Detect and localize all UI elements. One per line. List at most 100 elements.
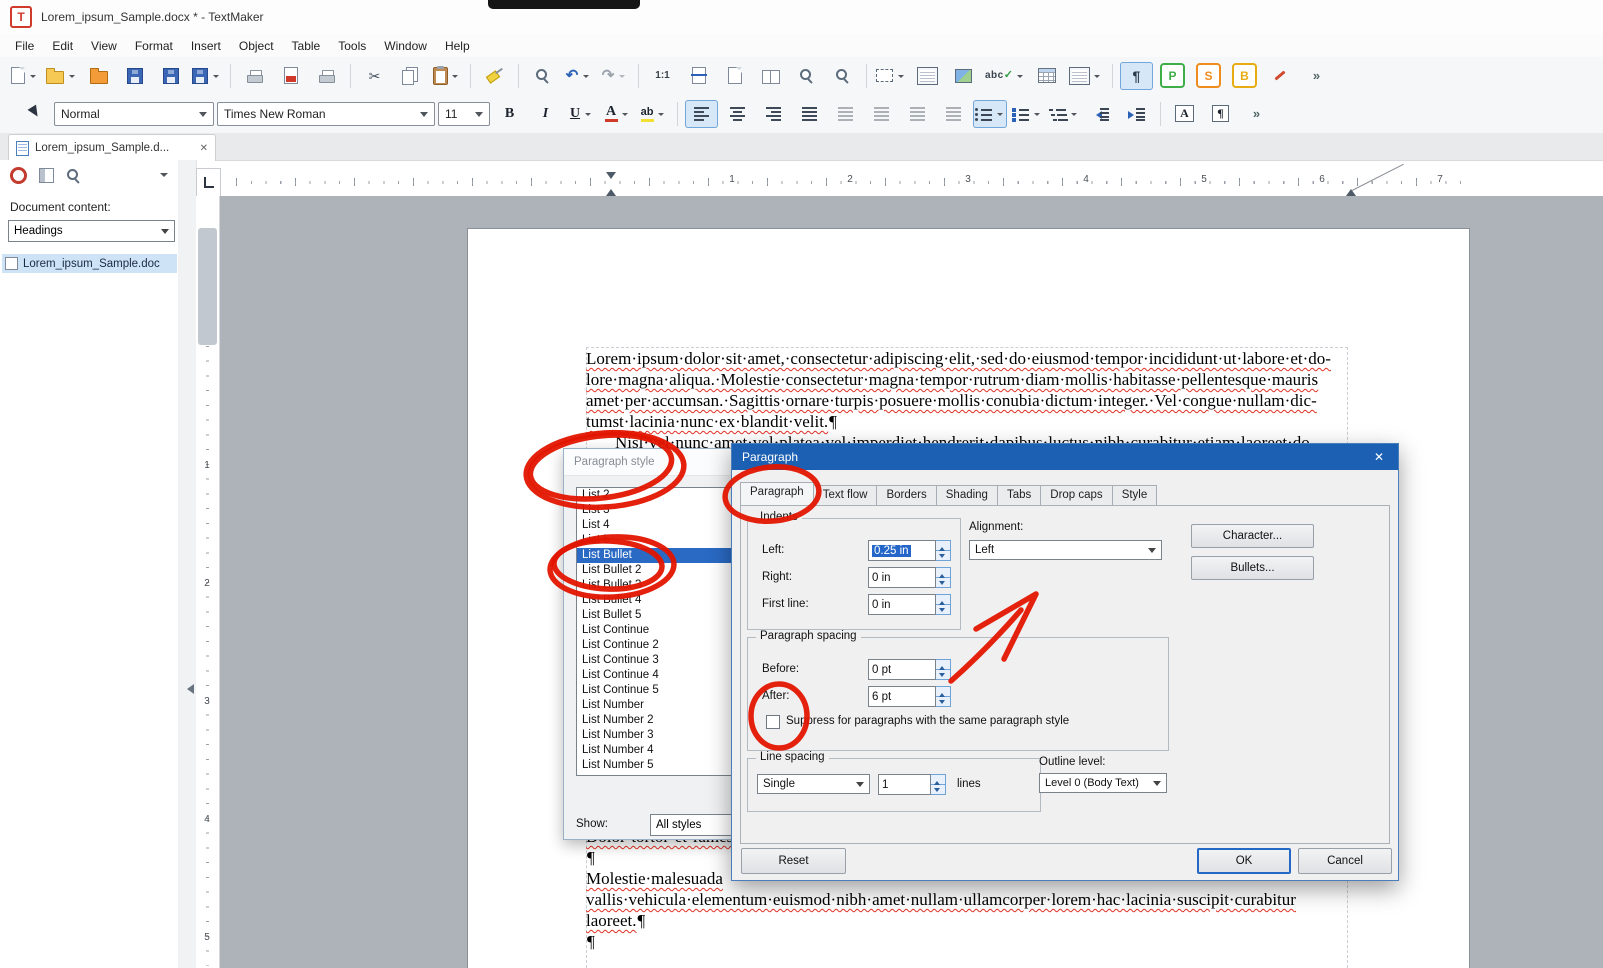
insert-object-dropdown-icon[interactable] — [1092, 63, 1103, 89]
edit-script-button[interactable] — [1264, 62, 1297, 90]
character-button[interactable]: Character... — [1191, 524, 1314, 548]
menu-item[interactable]: Edit — [43, 36, 82, 56]
right-indent-input[interactable]: 0 in — [868, 567, 936, 588]
open-dropdown-icon[interactable] — [66, 63, 77, 89]
paste-button[interactable] — [430, 62, 463, 90]
align-justify-button[interactable] — [793, 100, 826, 128]
first-line-spinner[interactable] — [936, 594, 951, 615]
spin-up-icon[interactable] — [936, 660, 950, 670]
spell-check-button[interactable]: abc✓ — [983, 62, 1028, 90]
paragraph-dialog-button[interactable]: ¶ — [1204, 100, 1237, 128]
save-button[interactable] — [118, 62, 151, 90]
suppress-checkbox[interactable] — [766, 715, 780, 729]
dialog-tab[interactable]: Drop caps — [1040, 485, 1112, 505]
menu-item[interactable]: Help — [436, 36, 479, 56]
document-tab[interactable]: Lorem_ipsum_Sample.d... ✕ — [8, 134, 216, 161]
right-indent-spinner[interactable] — [936, 567, 951, 588]
line-spacing-mode-combo[interactable]: Single — [757, 774, 870, 794]
spell-check-dropdown-icon[interactable] — [1015, 63, 1026, 89]
dialog-tab[interactable]: Text flow — [813, 485, 878, 505]
export-button[interactable] — [190, 62, 223, 90]
export-pdf-button[interactable] — [274, 62, 307, 90]
export-dropdown-icon[interactable] — [210, 63, 221, 89]
bold-button[interactable]: B — [493, 100, 526, 128]
left-indent-input[interactable]: 0.25 in — [868, 540, 936, 561]
sidebar-search-icon[interactable] — [66, 168, 81, 183]
insert-table-button[interactable] — [1031, 62, 1064, 90]
copy-button[interactable] — [394, 62, 427, 90]
sidebar-splitter[interactable] — [178, 160, 197, 968]
spin-down-icon[interactable] — [936, 578, 950, 587]
ok-button[interactable]: OK — [1197, 848, 1291, 874]
bullets-button[interactable]: Bullets... — [1191, 556, 1314, 580]
find-button[interactable] — [526, 62, 559, 90]
planmaker-button[interactable]: P — [1156, 62, 1189, 90]
outline-level-combo[interactable]: Level 0 (Body Text) — [1039, 773, 1167, 793]
first-line-indent-marker[interactable] — [606, 172, 616, 184]
highlight-dropdown-icon[interactable] — [656, 101, 667, 127]
tab-type-selector[interactable] — [196, 168, 221, 197]
numbered-list-dropdown-icon[interactable] — [1031, 101, 1042, 127]
underline-button[interactable]: U — [565, 100, 598, 128]
line-spacing-spinner[interactable] — [931, 774, 946, 795]
insert-object-button[interactable] — [1067, 62, 1105, 90]
after-spacing-input[interactable]: 6 pt — [868, 686, 936, 707]
reset-button[interactable]: Reset — [741, 848, 846, 874]
menu-item[interactable]: Window — [375, 36, 436, 56]
before-spacing-spinner[interactable] — [936, 659, 951, 680]
menu-item[interactable]: Tools — [329, 36, 375, 56]
numbered-list-button[interactable] — [1010, 100, 1044, 128]
spin-up-icon[interactable] — [936, 541, 950, 551]
cancel-button[interactable]: Cancel — [1298, 848, 1392, 874]
object-mode-button[interactable] — [874, 62, 908, 90]
cut-button[interactable]: ✂ — [358, 62, 391, 90]
increase-paragraph-spacing-button[interactable] — [937, 100, 970, 128]
bullet-list-dropdown-icon[interactable] — [994, 101, 1005, 127]
fit-page-width-button[interactable] — [682, 62, 715, 90]
presentations-button[interactable]: S — [1192, 62, 1225, 90]
format-paintbrush-button[interactable] — [478, 62, 511, 90]
insert-picture-button[interactable] — [947, 62, 980, 90]
new-document-dropdown-icon[interactable] — [27, 63, 38, 89]
basicmaker-button[interactable]: B — [1228, 62, 1261, 90]
undo-dropdown-icon[interactable] — [580, 63, 591, 89]
after-spacing-spinner[interactable] — [936, 686, 951, 707]
formatting-marks-button[interactable]: ¶ — [1120, 62, 1153, 90]
font-size-combo[interactable]: 11 — [438, 102, 490, 126]
sidebar-document-item[interactable]: Lorem_ipsum_Sample.doc — [2, 254, 177, 273]
zoom-100-button[interactable]: 1:1 — [646, 62, 679, 90]
open-button[interactable] — [44, 62, 79, 90]
new-document-button[interactable] — [8, 62, 41, 90]
collapse-sidebar-icon[interactable] — [182, 684, 194, 694]
formatting-overflow-button[interactable]: » — [1240, 100, 1273, 128]
font-color-dropdown-icon[interactable] — [620, 101, 631, 127]
decrease-paragraph-spacing-button[interactable] — [901, 100, 934, 128]
align-left-button[interactable] — [685, 100, 718, 128]
paragraph-dialog-titlebar[interactable]: Paragraph ✕ — [732, 444, 1398, 470]
dialog-tab[interactable]: Tabs — [997, 485, 1041, 505]
paste-dropdown-icon[interactable] — [450, 63, 461, 89]
dialog-tab[interactable]: Borders — [876, 485, 936, 505]
close-tab-icon[interactable]: ✕ — [200, 143, 208, 154]
sidebar-filter-combo[interactable]: Headings — [8, 220, 175, 242]
italic-button[interactable]: I — [529, 100, 562, 128]
zoom-dialog-button[interactable] — [826, 62, 859, 90]
multilevel-list-dropdown-icon[interactable] — [1068, 101, 1079, 127]
spin-down-icon[interactable] — [936, 551, 950, 560]
close-icon[interactable]: ✕ — [1360, 450, 1398, 464]
menu-item[interactable]: File — [6, 36, 43, 56]
spin-down-icon[interactable] — [931, 785, 945, 794]
panes-icon[interactable] — [39, 168, 54, 183]
dialog-tab[interactable]: Shading — [936, 485, 998, 505]
left-indent-spinner[interactable] — [936, 540, 951, 561]
increase-line-spacing-button[interactable] — [865, 100, 898, 128]
line-spacing-count-input[interactable]: 1 — [878, 774, 931, 795]
print-button[interactable] — [238, 62, 271, 90]
spin-down-icon[interactable] — [936, 605, 950, 614]
before-spacing-input[interactable]: 0 pt — [868, 659, 936, 680]
font-combo[interactable]: Times New Roman — [217, 102, 435, 126]
align-right-button[interactable] — [757, 100, 790, 128]
first-line-input[interactable]: 0 in — [868, 594, 936, 615]
highlight-button[interactable]: ab — [637, 100, 670, 128]
paragraph-style-combo[interactable]: Normal — [54, 102, 214, 126]
